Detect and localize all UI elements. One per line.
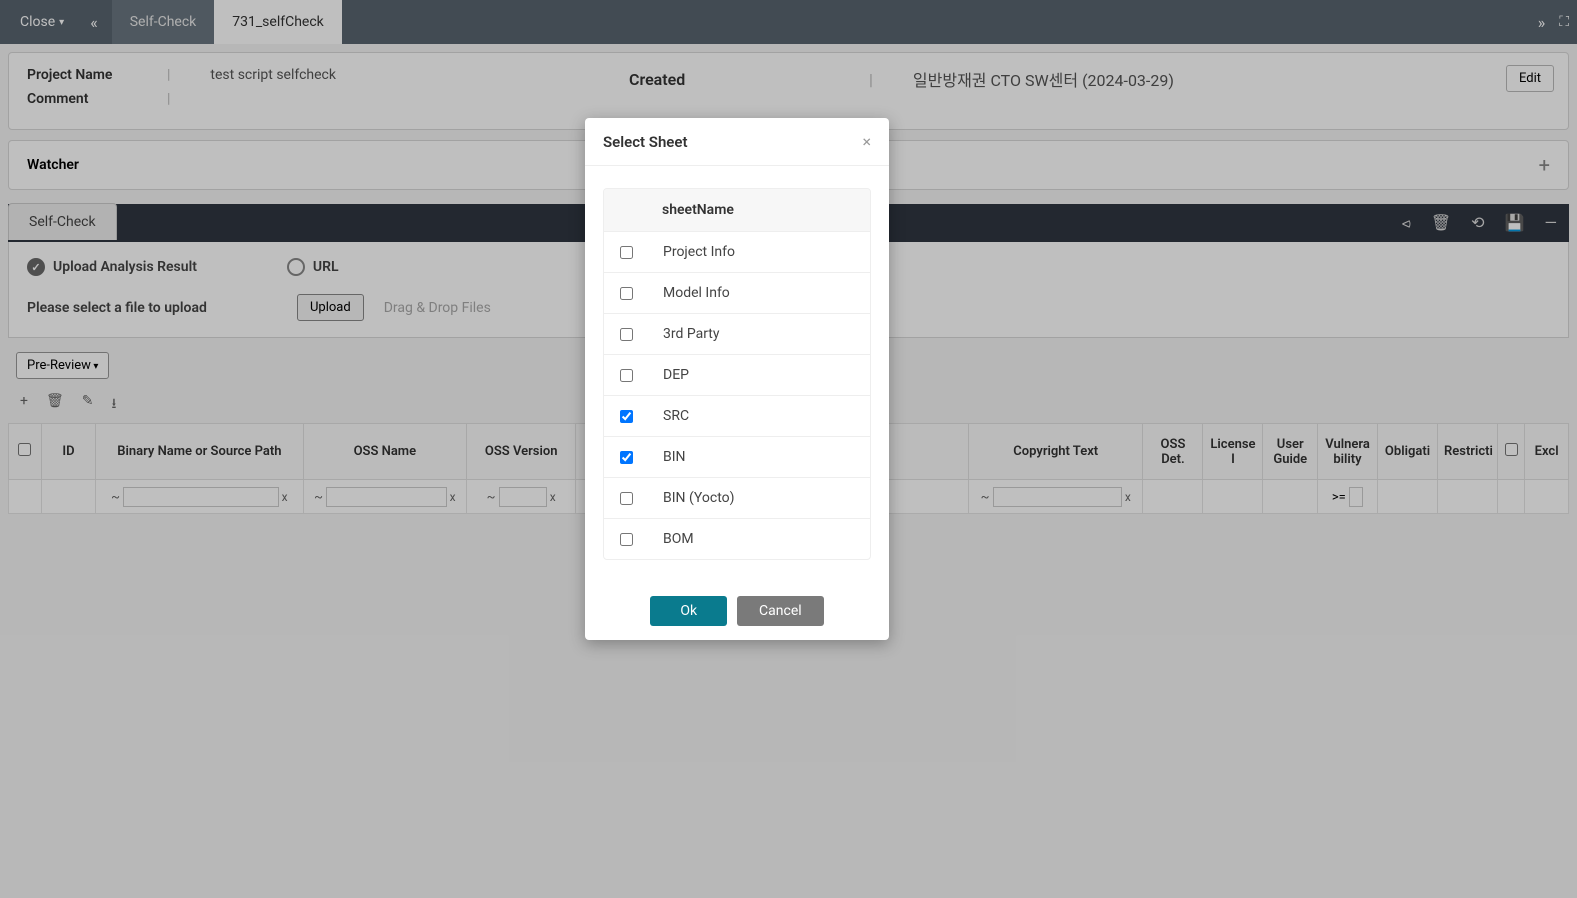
sheet-list-header: sheetName	[604, 189, 870, 232]
modal-header: Select Sheet ×	[585, 118, 889, 166]
sheet-row[interactable]: Model Info	[604, 273, 870, 314]
sheet-checkbox[interactable]	[620, 451, 633, 464]
sheet-row[interactable]: DEP	[604, 355, 870, 396]
close-icon[interactable]: ×	[862, 132, 871, 151]
sheet-list: sheetName Project Info Model Info 3rd Part…	[603, 188, 871, 560]
sheet-row[interactable]: BOM	[604, 519, 870, 559]
sheet-row[interactable]: BIN	[604, 437, 870, 478]
ok-button[interactable]: Ok	[650, 596, 727, 626]
sheet-name: BIN (Yocto)	[663, 490, 735, 506]
modal-body: sheetName Project Info Model Info 3rd Part…	[585, 166, 889, 582]
sheet-name: Model Info	[663, 285, 730, 301]
sheet-checkbox[interactable]	[620, 328, 633, 341]
sheet-name: BOM	[663, 531, 694, 547]
cancel-button[interactable]: Cancel	[737, 596, 824, 626]
sheet-checkbox[interactable]	[620, 287, 633, 300]
sheet-row[interactable]: SRC	[604, 396, 870, 437]
sheet-row[interactable]: Project Info	[604, 232, 870, 273]
sheet-name: Project Info	[663, 244, 735, 260]
sheet-name: 3rd Party	[663, 326, 720, 342]
sheet-checkbox[interactable]	[620, 533, 633, 546]
modal-title: Select Sheet	[603, 133, 688, 151]
sheet-row[interactable]: BIN (Yocto)	[604, 478, 870, 519]
sheet-checkbox[interactable]	[620, 369, 633, 382]
sheet-checkbox[interactable]	[620, 410, 633, 423]
sheet-row[interactable]: 3rd Party	[604, 314, 870, 355]
select-sheet-modal: Select Sheet × sheetName Project Info Mod…	[585, 118, 889, 640]
sheet-name: BIN	[663, 449, 686, 465]
sheet-name: SRC	[663, 408, 689, 424]
modal-footer: Ok Cancel	[585, 582, 889, 640]
sheet-name: DEP	[663, 367, 689, 383]
sheet-checkbox[interactable]	[620, 246, 633, 259]
sheet-checkbox[interactable]	[620, 492, 633, 505]
